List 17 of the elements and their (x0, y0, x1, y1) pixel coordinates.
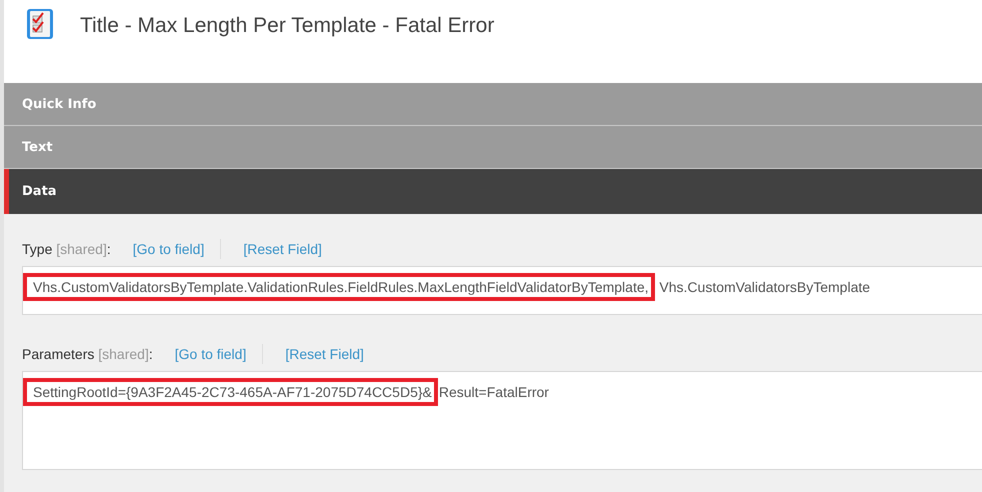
highlight-box: SettingRootId={9A3F2A45-2C73-465A-AF71-2075D74CC5D5}& (23, 378, 438, 406)
field-label: Parameters [shared]: (22, 346, 153, 362)
highlight-box: Vhs.CustomValidatorsByTemplate.ValidationRules.FieldRules.MaxLengthFieldValidatorByTemplate, (23, 273, 655, 301)
field-link[interactable]: [Reset Field] (285, 346, 364, 362)
section-header[interactable]: Text (4, 126, 982, 169)
page-title: Title - Max Length Per Template - Fatal Error (80, 14, 494, 38)
field-value: Vhs.CustomValidatorsByTemplate (658, 279, 870, 295)
input-field[interactable]: Vhs.CustomValidatorsByTemplate.ValidationRules.FieldRules.MaxLengthFieldValidatorByTemplate, Vhs.CustomValidatorsByTemplate (22, 266, 982, 315)
field-link[interactable]: [Reset Field] (243, 241, 322, 257)
checklist-icon (26, 8, 54, 40)
field-value: Result=FatalError (438, 384, 549, 400)
section-header[interactable]: Quick Info (4, 83, 982, 126)
field-label: Type [shared]: (22, 241, 111, 257)
section-header[interactable]: Data (4, 169, 982, 214)
field-link[interactable]: [Go to field] (132, 241, 204, 257)
input-field[interactable]: SettingRootId={9A3F2A45-2C73-465A-AF71-2075D74CC5D5}& Result=FatalError (22, 371, 982, 470)
field-link[interactable]: [Go to field] (174, 346, 246, 362)
